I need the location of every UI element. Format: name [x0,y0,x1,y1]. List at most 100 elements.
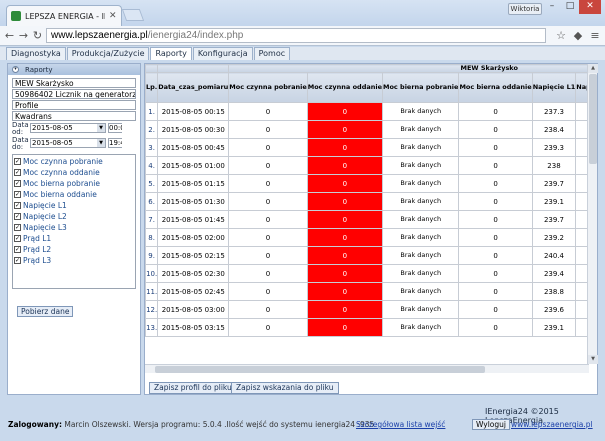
tab-close-icon[interactable]: ✕ [109,11,117,21]
menu-raporty[interactable]: Raporty [150,47,192,60]
table-cell: 0 [458,282,533,301]
column-header[interactable]: Moc bierna pobranie [381,72,460,103]
menu-icon[interactable]: ≡ [588,29,602,43]
browser-tab[interactable]: LEPSZA ENERGIA - IENER ✕ [6,5,122,26]
site-link[interactable]: www.lepszaenergia.pl [511,420,593,429]
url-path: /ienergia24/index.php [147,30,244,41]
extension-icon[interactable]: ◆ [571,29,585,43]
checkbox[interactable]: ✓ [14,213,21,220]
forward-arrow-icon[interactable]: → [18,29,29,43]
back-arrow-icon[interactable]: ← [4,29,15,43]
checkbox-item[interactable]: ✓ Moc bierna pobranie [13,178,135,189]
horizontal-scrollbar[interactable] [145,364,589,373]
checkbox-item[interactable]: ✓ Moc czynna pobranie [13,156,135,167]
interval-select[interactable]: Kwadrans [12,111,136,121]
date-to-input[interactable]: 2015-08-05 ▼ [30,138,106,148]
menu-diagnostyka[interactable]: Diagnostyka [6,47,66,60]
reload-icon[interactable]: ↻ [32,29,43,43]
table-cell: 0 [306,282,384,301]
table-row: 2.2015-08-05 00:3000Brak danych0238.4234… [145,120,589,139]
dropdown-icon[interactable]: ▼ [97,139,105,147]
menu-produkcja[interactable]: Produkcja/Zużycie [66,47,150,60]
panel-header[interactable]: ▾ Raporty [8,64,140,75]
maximize-button[interactable]: □ [561,0,579,14]
table-cell: 0 [228,102,308,121]
checkbox-label: Moc bierna pobranie [23,179,100,188]
app-menu: Diagnostyka Produkcja/Zużycie Raporty Ko… [0,47,605,60]
menu-pomoc[interactable]: Pomoc [253,47,291,60]
table-cell: 0 [458,264,533,283]
collapse-icon[interactable]: ▾ [12,66,19,73]
logout-button[interactable]: Wyloguj [472,419,510,430]
checkbox[interactable]: ✓ [14,158,21,165]
menu-konfiguracja[interactable]: Konfiguracja [192,47,253,60]
table-cell: 2015-08-05 02:45 [157,282,230,301]
table-cell: 8. [145,228,159,247]
report-table-panel: MEW Skarżysko Lp. Data_czas_pomiaru Moc cz… [144,63,598,395]
scroll-up-icon[interactable]: ▲ [588,64,598,73]
column-header[interactable]: Data_czas_pomiaru [157,72,230,103]
report-type-select[interactable]: Profile [12,100,136,110]
checkbox-item[interactable]: ✓ Prąd L3 [13,255,135,266]
checkbox[interactable]: ✓ [14,180,21,187]
dropdown-icon[interactable]: ▼ [97,124,105,132]
column-header[interactable]: Napięcie L1 [531,72,577,103]
site-favicon-icon [11,11,21,21]
column-header[interactable]: Lp. [145,72,159,103]
checkbox-item[interactable]: ✓ Prąd L1 [13,233,135,244]
bookmark-star-icon[interactable]: ☆ [554,29,568,43]
table-cell: 239.7 [531,210,577,229]
vertical-scrollbar[interactable]: ▲ ▼ [587,64,598,364]
browser-titlebar: LEPSZA ENERGIA - IENER ✕ Wiktoria – □ ✕ [0,0,605,26]
profile-button[interactable]: Wiktoria [508,3,542,15]
date-from-input[interactable]: 2015-08-05 ▼ [30,123,106,133]
table-cell: 0 [458,138,533,157]
table-cell: 239.2 [531,228,577,247]
table-cell: 2015-08-05 01:15 [157,174,230,193]
checkbox[interactable]: ✓ [14,224,21,231]
scroll-thumb[interactable] [589,74,597,164]
checkbox-item[interactable]: ✓ Napięcie L3 [13,222,135,233]
table-cell: 0 [228,264,308,283]
checkbox[interactable]: ✓ [14,257,21,264]
table-cell: 0 [458,228,533,247]
checkbox[interactable]: ✓ [14,246,21,253]
object-select[interactable]: MEW Skarżysko [12,78,136,88]
table-cell: 0 [306,210,384,229]
time-to-input[interactable]: 19:4 [108,138,122,148]
table-cell: Brak danych [381,120,460,139]
checkbox-label: Prąd L3 [23,256,52,265]
download-data-button[interactable]: Pobierz dane [17,306,74,317]
table-cell: 0 [458,192,533,211]
table-cell: 238 [531,156,577,175]
column-header[interactable]: Moc czynna pobranie [228,72,308,103]
checkbox-item[interactable]: ✓ Moc czynna oddanie [13,167,135,178]
time-from-input[interactable]: 00:0 [108,123,122,133]
save-readings-button[interactable]: Zapisz wskazania do pliku [231,382,339,394]
save-profile-button[interactable]: Zapisz profil do pliku [149,382,237,394]
table-cell: 0 [228,246,308,265]
scroll-down-icon[interactable]: ▼ [588,355,598,364]
table-row: 5.2015-08-05 01:1500Brak danych0239.7235… [145,174,589,193]
checkbox[interactable]: ✓ [14,202,21,209]
new-tab-button[interactable] [121,9,145,21]
column-header[interactable]: Moc czynna oddanie [306,72,384,103]
table-cell: 237.3 [531,102,577,121]
minimize-button[interactable]: – [543,0,561,14]
login-list-link[interactable]: Szczegółowa lista wejść [356,420,445,429]
window-close-button[interactable]: ✕ [579,0,601,14]
hscroll-thumb[interactable] [155,366,485,373]
checkbox[interactable]: ✓ [14,191,21,198]
checkbox[interactable]: ✓ [14,235,21,242]
table-cell: 0 [306,120,384,139]
address-bar[interactable]: www.lepszaenergia.pl/ienergia24/index.ph… [46,28,546,43]
checkbox-item[interactable]: ✓ Moc bierna oddanie [13,189,135,200]
checkbox-item[interactable]: ✓ Napięcie L2 [13,211,135,222]
table-row: 8.2015-08-05 02:0000Brak danych0239.2236… [145,228,589,247]
checkbox-item[interactable]: ✓ Napięcie L1 [13,200,135,211]
checkbox-item[interactable]: ✓ Prąd L2 [13,244,135,255]
column-header[interactable]: Moc bierna oddanie [458,72,533,103]
checkbox[interactable]: ✓ [14,169,21,176]
meter-select[interactable]: 50986402 Licznik na generatorze [12,89,136,99]
table-cell: Brak danych [381,138,460,157]
